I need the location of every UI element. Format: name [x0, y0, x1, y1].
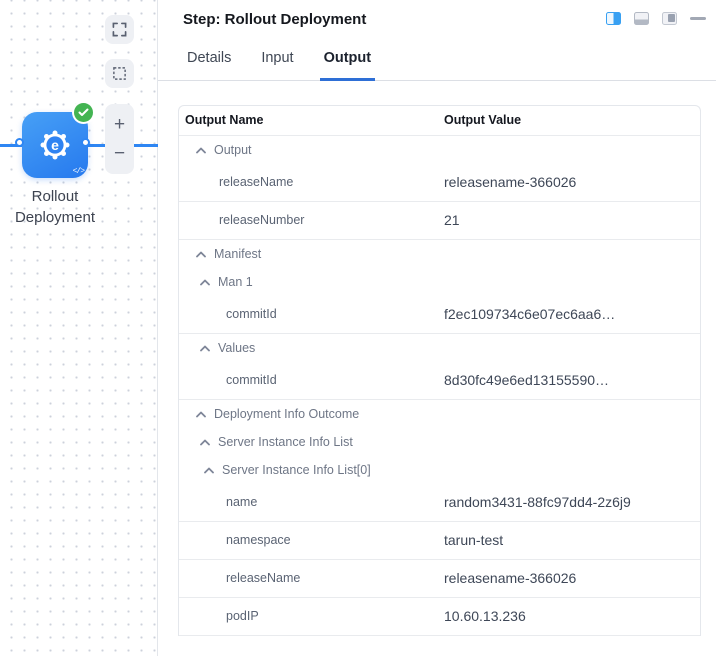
pipeline-canvas[interactable]: e </> Rollout Deployment + −: [0, 0, 158, 656]
output-name-label: podIP: [179, 603, 444, 630]
group-label: Deployment Info Outcome: [214, 407, 359, 421]
output-value: releasename-366026: [444, 169, 644, 196]
group-label: Output: [214, 143, 252, 157]
column-header-output-value: Output Value: [444, 113, 700, 128]
table-row: namerandom3431-88fc97dd4-2z6j9: [179, 484, 700, 522]
group-label: Manifest: [214, 247, 261, 261]
output-table-body: OutputreleaseNamereleasename-366026relea…: [179, 136, 700, 636]
tab-output[interactable]: Output: [320, 50, 376, 81]
zoom-in-button[interactable]: +: [105, 113, 134, 137]
marquee-select-button[interactable]: [105, 59, 134, 88]
svg-text:e: e: [51, 137, 59, 153]
node-label: Rollout Deployment: [3, 186, 107, 228]
table-row: commitIdf2ec109734c6e07ec6aa6…: [179, 296, 700, 334]
table-row[interactable]: Deployment Info Outcome: [179, 400, 700, 428]
output-name-label: releaseName: [179, 565, 444, 592]
rollout-gear-icon: e: [38, 128, 72, 162]
app-window: e </> Rollout Deployment + −: [0, 0, 716, 656]
chevron-up-icon[interactable]: [200, 439, 210, 446]
output-name-label: releaseName: [179, 169, 444, 196]
zoom-out-button[interactable]: −: [105, 142, 134, 166]
table-row: releaseNamereleasename-366026: [179, 164, 700, 202]
table-row[interactable]: Manifest: [179, 240, 700, 268]
output-value: releasename-366026: [444, 565, 644, 592]
chevron-up-icon[interactable]: [204, 467, 214, 474]
group-label: Server Instance Info List[0]: [222, 463, 371, 477]
output-value: 21: [444, 207, 644, 234]
code-icon: </>: [73, 167, 84, 176]
layout-split-icon[interactable]: [606, 12, 621, 25]
column-header-output-name: Output Name: [179, 113, 444, 128]
group-label: Server Instance Info List: [218, 435, 353, 449]
rollout-deployment-node[interactable]: e </>: [22, 112, 88, 178]
layout-right-panel-icon[interactable]: [662, 12, 677, 25]
chevron-up-icon[interactable]: [200, 345, 210, 352]
table-row: releaseNamereleasename-366026: [179, 560, 700, 598]
output-name-label: name: [179, 489, 444, 516]
table-row: namespacetarun-test: [179, 522, 700, 560]
chevron-up-icon[interactable]: [196, 147, 206, 154]
node-output-port[interactable]: [81, 138, 90, 147]
table-row[interactable]: Server Instance Info List: [179, 428, 700, 456]
group-label: Man 1: [218, 275, 253, 289]
zoom-controls: + −: [105, 104, 134, 174]
layout-bottom-panel-icon[interactable]: [634, 12, 649, 25]
chevron-up-icon[interactable]: [196, 251, 206, 258]
panel-title: Step: Rollout Deployment: [183, 9, 366, 28]
table-row[interactable]: Server Instance Info List[0]: [179, 456, 700, 484]
table-row[interactable]: Man 1: [179, 268, 700, 296]
table-row[interactable]: Output: [179, 136, 700, 164]
table-header-row: Output Name Output Value: [179, 106, 700, 136]
output-name-label: commitId: [179, 301, 444, 328]
output-name-label: commitId: [179, 367, 444, 394]
tab-input[interactable]: Input: [257, 50, 297, 81]
output-value: f2ec109734c6e07ec6aa6…: [444, 301, 644, 328]
table-row[interactable]: Values: [179, 334, 700, 362]
marquee-select-icon: [112, 66, 127, 81]
tab-bar: Details Input Output: [158, 30, 716, 81]
output-value: random3431-88fc97dd4-2z6j9: [444, 489, 644, 516]
output-value: 8d30fc49e6ed13155590…: [444, 367, 644, 394]
success-check-icon: [74, 103, 93, 122]
node-input-port[interactable]: [15, 138, 24, 147]
collapse-panel-icon[interactable]: [690, 17, 706, 20]
fullscreen-icon: [112, 22, 127, 37]
table-row: releaseNumber21: [179, 202, 700, 240]
output-table: Output Name Output Value Output releaseNa…: [178, 105, 701, 636]
table-row: commitId8d30fc49e6ed13155590…: [179, 362, 700, 400]
table-row: podIP10.60.13.236: [179, 598, 700, 636]
output-value: tarun-test: [444, 527, 644, 554]
step-detail-panel: Step: Rollout Deployment Details Input O…: [158, 0, 716, 656]
chevron-up-icon[interactable]: [196, 411, 206, 418]
chevron-up-icon[interactable]: [200, 279, 210, 286]
fit-view-button[interactable]: [105, 15, 134, 44]
output-name-label: namespace: [179, 527, 444, 554]
tab-details[interactable]: Details: [183, 50, 235, 81]
group-label: Values: [218, 341, 255, 355]
output-value: 10.60.13.236: [444, 603, 644, 630]
output-name-label: releaseNumber: [179, 207, 444, 234]
